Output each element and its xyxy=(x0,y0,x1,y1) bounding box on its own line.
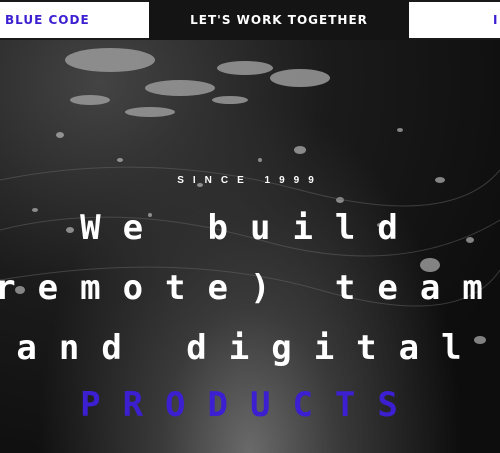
headline-line-1: We build xyxy=(80,208,420,248)
brand-label: BLUE CODE xyxy=(5,13,90,27)
nav-right-link[interactable]: I xyxy=(409,0,500,40)
work-together-button[interactable]: LET'S WORK TOGETHER xyxy=(149,0,409,40)
headline-line-3: and digital xyxy=(16,328,484,368)
since-text: SINCE 1999 xyxy=(177,175,323,186)
top-navigation: BLUE CODE LET'S WORK TOGETHER I xyxy=(0,0,500,40)
headline-line-2: remote) team xyxy=(0,268,500,308)
brand-link[interactable]: BLUE CODE xyxy=(0,0,149,40)
nav-right-label: I xyxy=(493,13,499,27)
work-together-label: LET'S WORK TOGETHER xyxy=(190,13,368,27)
headline-products: PRODUCTS xyxy=(80,385,420,425)
hero-section: SINCE 1999 We build remote) team and dig… xyxy=(0,40,500,453)
